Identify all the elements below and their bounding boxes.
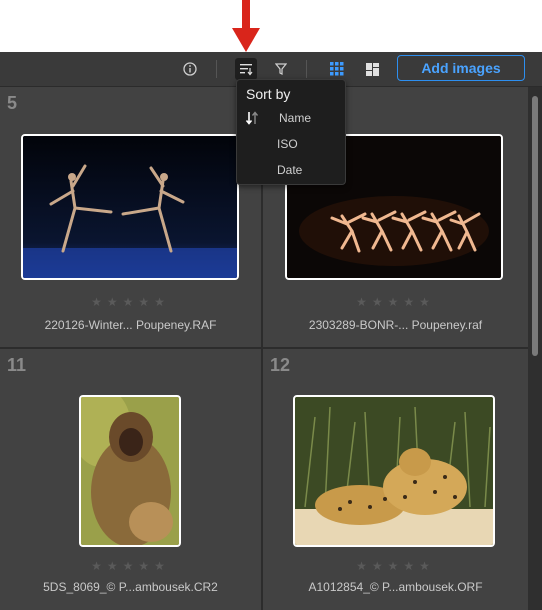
- sort-option-date[interactable]: Date: [237, 159, 345, 181]
- cell-number: 5: [7, 93, 18, 113]
- file-name: A1012854_© P...ambousek.ORF: [308, 580, 483, 594]
- rating-stars[interactable]: ★★★★★: [0, 559, 261, 573]
- sort-direction-icon[interactable]: [245, 111, 259, 125]
- image-thumbnail[interactable]: [79, 395, 181, 547]
- image-cell[interactable]: 12 ★★★★★ A1012854_© P...ambousek.ORF: [263, 349, 528, 610]
- sort-option-label: Date: [277, 163, 303, 177]
- scrollbar-thumb[interactable]: [532, 96, 538, 356]
- filter-icon[interactable]: [272, 60, 290, 78]
- toolbar-divider: [216, 60, 217, 78]
- sort-option-iso[interactable]: ISO: [237, 133, 345, 155]
- sort-menu-title: Sort by: [246, 86, 291, 102]
- toolbar-divider: [306, 60, 307, 78]
- sort-option-name[interactable]: Name: [237, 107, 345, 129]
- file-name: 2303289-BONR-... Poupeney.raf: [308, 318, 483, 332]
- image-cell[interactable]: 5 ★★★★★ 220126-Winter... Poupeney.RAF: [0, 87, 261, 347]
- image-thumbnail[interactable]: [293, 395, 495, 547]
- sort-option-label: ISO: [277, 137, 298, 151]
- image-cell[interactable]: 11 ★★★★★ 5DS_8069_© P...ambousek.CR2: [0, 349, 261, 610]
- cell-number: 12: [270, 355, 291, 375]
- sort-option-label: Name: [279, 111, 312, 125]
- sort-icon: [240, 64, 253, 76]
- sort-menu: Sort by Name ISO Date: [236, 79, 346, 185]
- file-name: 5DS_8069_© P...ambousek.CR2: [43, 580, 218, 594]
- image-thumbnail[interactable]: [21, 134, 239, 280]
- pointer-arrow-icon: [232, 0, 260, 52]
- rating-stars[interactable]: ★★★★★: [263, 295, 528, 309]
- info-icon[interactable]: [181, 60, 199, 78]
- grid-view-icon[interactable]: [328, 60, 346, 78]
- rating-stars[interactable]: ★★★★★: [0, 295, 261, 309]
- rating-stars[interactable]: ★★★★★: [263, 559, 528, 573]
- add-images-button[interactable]: Add images: [397, 55, 525, 81]
- file-name: 220126-Winter... Poupeney.RAF: [44, 318, 217, 332]
- cell-number: 11: [7, 355, 27, 375]
- sort-button[interactable]: [235, 58, 257, 80]
- mosaic-view-icon[interactable]: [363, 60, 381, 78]
